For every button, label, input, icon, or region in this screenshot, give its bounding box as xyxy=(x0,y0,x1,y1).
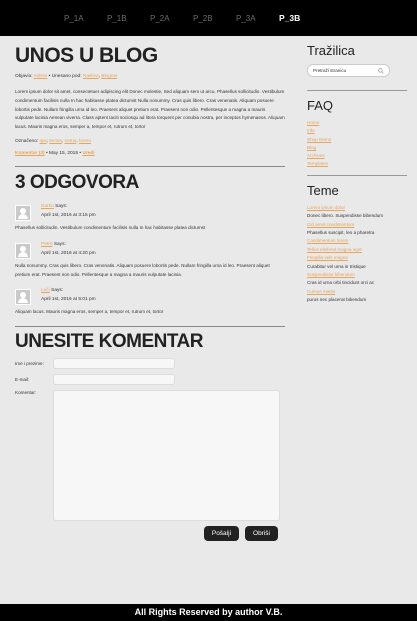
comment-author-link[interactable]: Darko xyxy=(41,204,54,209)
teme-link[interactable]: Condimentum lorem xyxy=(307,237,402,245)
teme-list: Lorem ipsum dolor Donec libero. Suspendis… xyxy=(307,204,402,305)
faq-list: Home Info Shop Demo Blog Archives Templa… xyxy=(307,119,402,169)
submit-button[interactable]: Pošalji xyxy=(203,526,240,542)
faq-link[interactable]: Templates xyxy=(307,160,402,168)
search-placeholder: Pretraži stranicu xyxy=(313,68,347,73)
comment-author-link[interactable]: Petro xyxy=(41,242,52,247)
faq-link[interactable]: Home xyxy=(307,119,402,127)
comment-form: Ime i prezime: E-mail: Komentar: Pošalji… xyxy=(15,358,285,542)
name-field[interactable] xyxy=(53,358,175,370)
responses-title: 3 ODGOVORA xyxy=(15,171,139,193)
teme-link[interactable]: Lorem ipsum dolor xyxy=(307,204,402,212)
comment-author-link[interactable]: Luči xyxy=(41,288,50,293)
search-input[interactable]: Pretraži stranicu xyxy=(307,64,390,77)
teme-text: purus nec placerat bibendum xyxy=(307,297,367,303)
comment-text: Aliquam lacus. Mauris magna eros, semper… xyxy=(15,309,164,315)
teme-link[interactable]: Suspendisse bibendum xyxy=(307,271,402,279)
faq-title: FAQ xyxy=(307,98,334,113)
category-link[interactable]: Blogovi xyxy=(101,74,117,79)
comment-header: Darko Says: April 1st, 2016 at 3:15 pm xyxy=(15,202,285,221)
teme-link[interactable]: Fringilla velit magna xyxy=(307,254,402,262)
nav-item-p1a[interactable]: P_1A xyxy=(64,14,107,23)
nav-item-p3a[interactable]: P_3A xyxy=(236,14,279,23)
main-content: UNOS U BLOG Objavio: Admin • Unesano pod… xyxy=(15,36,285,542)
clear-button[interactable]: Obriši xyxy=(245,526,278,542)
comment-item: Luči Says: April 1st, 2016 at 5:01 pm Al… xyxy=(15,286,285,317)
teme-link[interactable]: Cid amet condimentum xyxy=(307,221,402,229)
teme-text: Cras id urna orbi tincidunt orci ac xyxy=(307,280,375,286)
says-label: Says: xyxy=(53,241,66,247)
teme-text: Curabitur vel urna in tristique xyxy=(307,263,366,269)
category-link[interactable]: Naslovi xyxy=(83,74,99,79)
email-field[interactable] xyxy=(53,374,175,386)
divider xyxy=(15,165,285,167)
edit-link[interactable]: Uredi xyxy=(82,151,94,156)
comment-textarea[interactable] xyxy=(53,390,280,522)
teme-text: Donec libero. Suspendisse bibendum xyxy=(307,213,384,219)
comment-header: Luči Says: April 1st, 2016 at 5:01 pm xyxy=(15,286,285,306)
nav-item-p1b[interactable]: P_1B xyxy=(107,14,150,23)
comment-form-title: UNESITE KOMENTAR xyxy=(15,331,203,353)
tag-link[interactable]: ipsi xyxy=(40,139,47,144)
faq-link[interactable]: Archives xyxy=(307,152,402,160)
tags-prefix: Označeno: xyxy=(15,138,39,144)
email-row: E-mail: xyxy=(15,374,285,386)
form-buttons: Pošalji Obriši xyxy=(15,526,278,542)
comment-date: April 1st, 2016 at 3:15 pm xyxy=(41,212,96,218)
page: P_1A P_1B P_2A P_2B P_3A P_3B UNOS U BLO… xyxy=(0,0,417,621)
divider xyxy=(307,90,407,91)
faq-link[interactable]: Shop Demo xyxy=(307,136,402,144)
comment-header: Petro Says: April 1st, 2016 at 4:20 pm xyxy=(15,240,285,259)
post-footer-meta: Komentar (3) • May 15, 2015 • Uredi xyxy=(15,151,285,156)
meta-mid: • Unesano pod: xyxy=(48,74,82,79)
tag-link[interactable]: netus xyxy=(65,139,77,144)
says-label: Says: xyxy=(51,288,64,294)
teme-title: Teme xyxy=(307,182,339,198)
teme-text: Phasellus suscipit, leo a pharetra xyxy=(307,230,375,235)
comment-item: Petro Says: April 1st, 2016 at 4:20 pm N… xyxy=(15,240,285,280)
post-meta: Objavio: Admin • Unesano pod: Naslovi, B… xyxy=(15,74,285,79)
divider xyxy=(307,174,407,176)
faq-link[interactable]: Info xyxy=(307,127,402,135)
post-date: • May 15, 2015 • xyxy=(45,150,82,156)
comment-text: Phasellus sollicitudin. Vestibulum condi… xyxy=(15,224,206,230)
teme-link[interactable]: Tellus eleifend magna eget xyxy=(307,246,402,254)
avatar xyxy=(15,242,31,259)
comments-count-link[interactable]: Komentar (3) xyxy=(15,151,45,156)
search-icon[interactable] xyxy=(378,67,384,74)
top-nav: P_1A P_1B P_2A P_2B P_3A P_3B xyxy=(0,0,417,36)
name-row: Ime i prezime: xyxy=(15,358,285,370)
sidebar: Tražilica Pretraži stranicu FAQ Home Inf… xyxy=(307,36,407,305)
category-separator: , xyxy=(98,74,100,79)
email-label: E-mail: xyxy=(15,377,30,383)
comment-label: Komentar: xyxy=(15,390,37,396)
search-title: Tražilica xyxy=(307,43,355,58)
comment-text: Nulla nonummy. Cras quis libero. Cras ve… xyxy=(15,262,270,277)
tag-link[interactable]: lorem xyxy=(79,139,91,144)
nav-item-p2a[interactable]: P_2A xyxy=(150,14,193,23)
comment-date: April 1st, 2016 at 4:20 pm xyxy=(41,250,96,256)
comment-item: Darko Says: April 1st, 2016 at 3:15 pm P… xyxy=(15,202,285,233)
divider xyxy=(15,326,285,328)
author-link[interactable]: Admin xyxy=(34,74,48,79)
comment-author-block: Darko Says: April 1st, 2016 at 3:15 pm xyxy=(41,202,96,220)
comment-author-block: Petro Says: April 1st, 2016 at 4:20 pm xyxy=(41,240,96,258)
teme-link[interactable]: Cursus mattis xyxy=(307,288,402,296)
comment-date: April 1st, 2016 at 5:01 pm xyxy=(41,297,96,303)
meta-prefix: Objavio: xyxy=(15,74,33,79)
faq-link[interactable]: Blog xyxy=(307,144,402,152)
avatar xyxy=(15,289,31,306)
nav-item-p3b[interactable]: P_3B xyxy=(279,13,322,23)
name-label: Ime i prezime: xyxy=(15,361,44,367)
post-tags: Označeno: ipsi, lectus, netus, lorem xyxy=(15,138,92,144)
says-label: Says: xyxy=(55,203,68,209)
footer: All Rights Reserved by author V.B. xyxy=(0,604,417,621)
tag-link[interactable]: lectus xyxy=(49,139,62,144)
post-title: UNOS U BLOG xyxy=(15,44,158,67)
post-body: Lorem ipsum dolor sit amet, consectetuer… xyxy=(15,89,285,130)
comment-row: Komentar: xyxy=(15,390,285,522)
avatar xyxy=(15,204,31,221)
comment-author-block: Luči Says: April 1st, 2016 at 5:01 pm xyxy=(41,286,96,304)
nav-item-p2b[interactable]: P_2B xyxy=(193,14,236,23)
